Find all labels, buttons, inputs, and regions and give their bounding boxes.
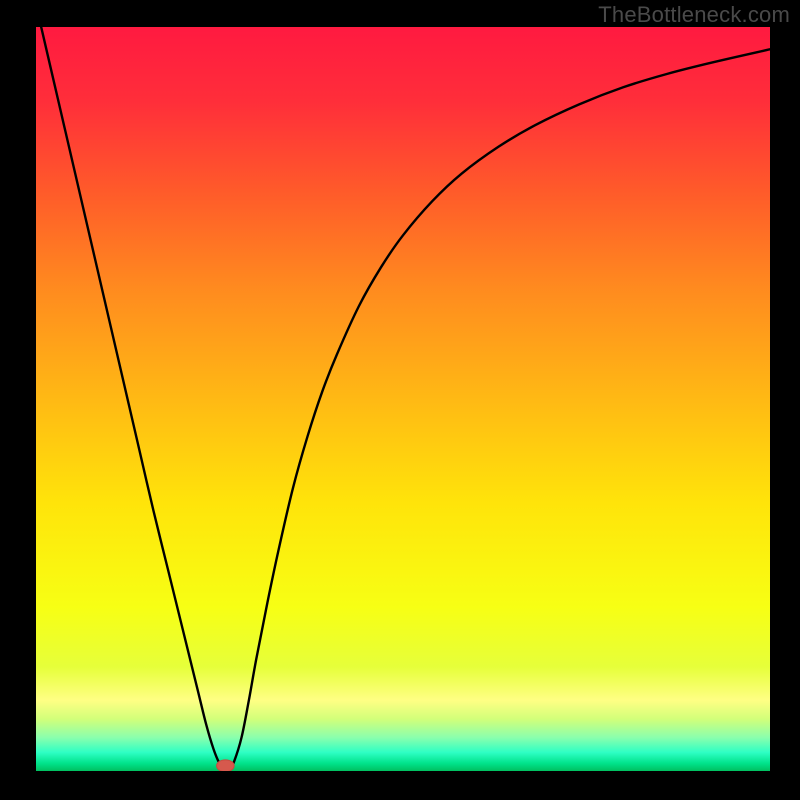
bottleneck-chart	[0, 0, 800, 800]
gradient-plot-background	[36, 27, 770, 771]
optimum-marker	[217, 760, 235, 772]
watermark-text: TheBottleneck.com	[598, 2, 790, 28]
chart-frame: TheBottleneck.com	[0, 0, 800, 800]
